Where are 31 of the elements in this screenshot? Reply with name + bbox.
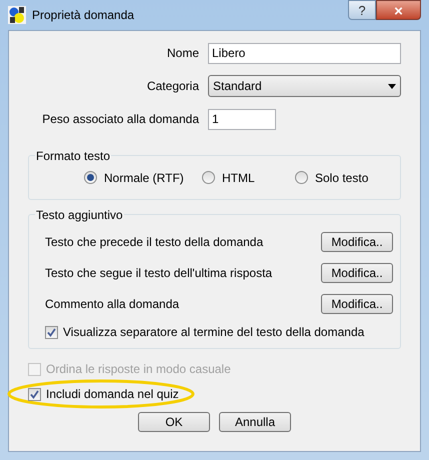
row-label: Testo che segue il testo dell'ultima risposta [45, 265, 272, 282]
checkbox[interactable] [45, 326, 58, 338]
checkmark-icon [30, 390, 39, 398]
radio-button[interactable] [84, 171, 97, 184]
app-logo-icon [8, 6, 26, 24]
input-field[interactable]: Libero [208, 42, 401, 64]
field-label: Peso associato alla domanda [42, 111, 199, 128]
cancel-button[interactable]: Annulla [219, 412, 291, 432]
field-label: Nome [166, 45, 199, 62]
row-label: Commento alla domanda [45, 296, 180, 313]
edit-button[interactable]: Modifica.. [321, 232, 393, 252]
dropdown-arrow-icon [388, 84, 396, 88]
ok-button[interactable]: OK [138, 412, 210, 432]
edit-button[interactable]: Modifica.. [321, 294, 393, 314]
edit-button[interactable]: Modifica.. [321, 263, 393, 283]
checkbox-label: Ordina le risposte in modo casuale [46, 361, 231, 378]
radio-button[interactable] [202, 171, 215, 184]
window-title: Proprietà domanda [32, 7, 134, 24]
checkbox-label: Includi domanda nel quiz [46, 386, 179, 403]
checkbox[interactable] [28, 388, 41, 400]
help-button[interactable]: ? [348, 0, 376, 20]
radio-label: Normale (RTF) [104, 170, 184, 186]
checkbox-label: Visualizza separatore al termine del testo della domanda [63, 324, 364, 341]
radio-label: HTML [222, 170, 255, 186]
radio-button[interactable] [295, 171, 308, 184]
input-field[interactable]: 1 [208, 108, 276, 130]
field-label: Categoria [146, 78, 199, 95]
radio-label: Solo testo [315, 170, 368, 186]
row-label: Testo che precede il testo della domanda [45, 234, 264, 251]
checkmark-icon [47, 328, 56, 336]
category-dropdown[interactable]: Standard [208, 75, 401, 97]
